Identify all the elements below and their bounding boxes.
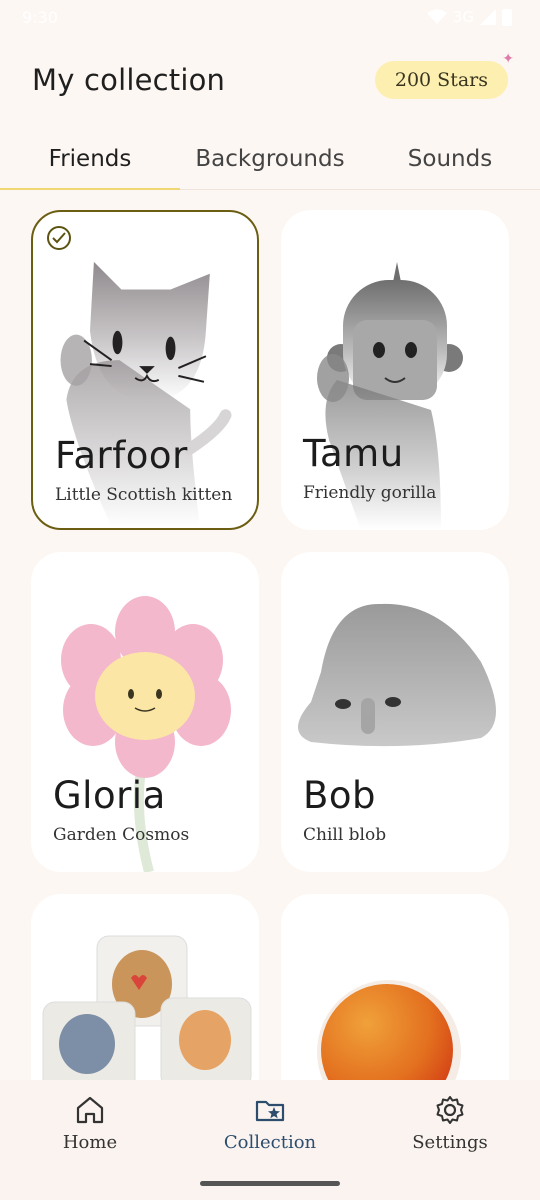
friend-card-farfoor[interactable]: Farfoor Little Scottish kitten [31,210,259,530]
stars-badge[interactable]: 200 Stars ✦ [374,51,514,99]
page-title: My collection [32,63,226,97]
tab-friends[interactable]: Friends [0,128,180,190]
card-description: Friendly gorilla [303,483,437,503]
tab-bar: Friends Backgrounds Sounds [0,128,540,190]
status-time: 9:30 [22,7,58,27]
card-name: Tamu [303,432,404,475]
nav-home[interactable]: Home [0,1080,180,1200]
kitten-illustration [60,261,232,528]
gorilla-illustration [317,262,463,530]
nav-label: Settings [412,1132,488,1153]
tab-backgrounds[interactable]: Backgrounds [180,128,360,189]
sparkle-icon: ✦ [502,51,514,67]
wifi-icon [426,9,447,24]
card-name: Gloria [53,774,166,817]
nav-settings[interactable]: Settings [360,1080,540,1200]
status-icons: 3G [426,8,512,26]
tab-label: Backgrounds [195,145,345,172]
card-description: Chill blob [303,825,387,845]
signal-icon [480,9,496,25]
tab-label: Friends [48,145,132,172]
selected-check-icon [47,226,71,250]
home-indicator[interactable] [200,1181,340,1186]
settings-icon [436,1096,464,1124]
stars-count: 200 Stars [394,69,488,91]
card-description: Little Scottish kitten [55,485,233,505]
collection-icon [255,1100,285,1122]
friend-card-gloria[interactable]: Gloria Garden Cosmos [31,552,259,872]
tab-sounds[interactable]: Sounds [360,128,540,189]
flower-illustration [61,596,231,872]
nav-label: Collection [223,1132,317,1153]
nav-label: Home [62,1132,118,1153]
card-name: Bob [303,774,377,817]
blob-illustration [298,603,496,747]
header: My collection 200 Stars ✦ [0,50,540,110]
card-description: Garden Cosmos [53,825,190,845]
tab-label: Sounds [407,145,493,172]
status-bar: 9:30 3G [0,0,540,34]
card-name: Farfoor [55,434,188,477]
battery-icon [502,8,512,26]
home-icon [76,1096,104,1124]
friend-card-tamu[interactable]: Tamu Friendly gorilla [281,210,509,530]
friend-card-bob[interactable]: Bob Chill blob [281,552,509,872]
network-type: 3G [452,8,474,26]
